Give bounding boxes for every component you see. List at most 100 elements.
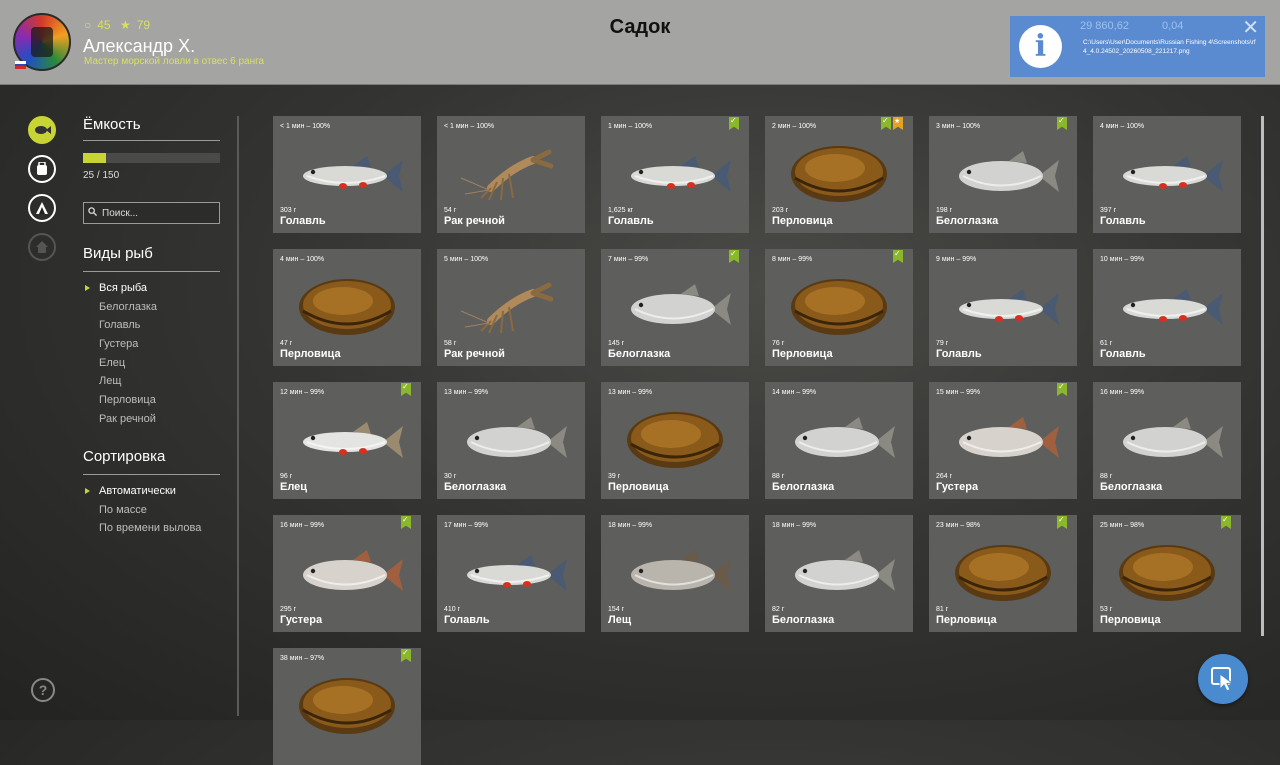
catch-time: 4 мин – 100%	[280, 256, 325, 263]
cursor-icon	[1211, 667, 1234, 692]
user-rank: Мастер морской ловли в отвес 6 ранга	[84, 56, 265, 67]
catch-name: Перловица	[608, 481, 669, 493]
catch-card[interactable]: 10 мин – 99% 61 г Голавль	[1093, 249, 1241, 366]
catch-card[interactable]: < 1 мин – 100% 54 г Рак речной	[437, 116, 585, 233]
cursor-mode-button[interactable]	[1198, 654, 1248, 704]
catch-weight: 39 г	[608, 473, 621, 480]
species-filter-item[interactable]: Белоглазка	[99, 298, 157, 317]
catch-time: < 1 мин – 100%	[280, 123, 331, 130]
species-filter-item[interactable]: Елец	[99, 354, 157, 373]
badges	[399, 649, 411, 667]
catch-time: 38 мин – 97%	[280, 655, 325, 662]
close-icon[interactable]: ✕	[1242, 16, 1259, 40]
catch-card[interactable]: 25 мин – 98% 53 гПерловица	[1093, 515, 1241, 632]
catch-name: Перловица	[936, 614, 997, 626]
catch-name: Густера	[280, 614, 323, 626]
faint-gold: 0,04	[1162, 20, 1184, 32]
check-badge-icon	[401, 649, 411, 662]
catch-time: 13 мин – 99%	[444, 389, 489, 396]
catch-card[interactable]: 4 мин – 100% 397 г Голавль	[1093, 116, 1241, 233]
check-badge-icon	[401, 516, 411, 529]
catch-name: Перловица	[772, 215, 833, 227]
catch-card[interactable]: 15 мин – 99% 264 гГустера	[929, 382, 1077, 499]
catch-time: 17 мин – 99%	[444, 522, 489, 529]
catch-time: 25 мин – 98%	[1100, 522, 1145, 529]
capacity-title: Ёмкость	[83, 116, 141, 133]
catch-time: 9 мин – 99%	[936, 256, 977, 263]
catch-card[interactable]: 13 мин – 99% 39 г Перловица	[601, 382, 749, 499]
divider	[83, 271, 220, 272]
catch-name: Белоглазка	[608, 348, 671, 360]
search-input[interactable]	[83, 202, 220, 224]
russia-flag-icon	[15, 61, 26, 69]
catch-weight: 30 г	[444, 473, 457, 480]
catch-weight: 47 г	[280, 340, 293, 347]
catch-card[interactable]: 18 мин – 99% 82 г Белоглазка	[765, 515, 913, 632]
capacity-fill	[83, 153, 106, 163]
catch-weight: 96 г	[280, 473, 293, 480]
catch-card[interactable]: 8 мин – 99% 76 гПерловица	[765, 249, 913, 366]
check-badge-icon	[729, 117, 739, 130]
catch-card[interactable]: 3 мин – 100% 198 гБелоглазка	[929, 116, 1077, 233]
tent-icon[interactable]	[28, 194, 56, 222]
sort-option-item[interactable]: Автоматически	[84, 482, 201, 501]
catch-card[interactable]: 12 мин – 99% 96 гЕлец	[273, 382, 421, 499]
catch-card[interactable]: 16 мин – 99% 295 гГустера	[273, 515, 421, 632]
catch-card[interactable]: 9 мин – 99% 79 г Голавль	[929, 249, 1077, 366]
catch-name: Белоглазка	[772, 614, 835, 626]
badges	[891, 250, 903, 268]
catch-card[interactable]: 4 мин – 100% 47 г Перловица	[273, 249, 421, 366]
catch-name: Перловица	[1100, 614, 1161, 626]
catch-weight: 203 г	[772, 207, 789, 214]
badges	[879, 117, 903, 135]
backpack-icon[interactable]	[28, 155, 56, 183]
home-icon[interactable]	[28, 233, 56, 261]
catch-weight: 397 г	[1100, 207, 1117, 214]
catch-name: Белоглазка	[772, 481, 835, 493]
catch-name: Голавль	[280, 215, 326, 227]
catch-card[interactable]: 18 мин – 99% 154 г Лещ	[601, 515, 749, 632]
screenshot-notification[interactable]: i 29 860,62 0,04 C:\Users\User\Documents…	[1010, 16, 1265, 77]
species-filter-item[interactable]: Голавль	[99, 316, 157, 335]
catch-card[interactable]: 16 мин – 99% 88 г Белоглазка	[1093, 382, 1241, 499]
catch-weight: 53 г	[1100, 606, 1113, 613]
catch-card[interactable]: 23 мин – 98% 81 гПерловица	[929, 515, 1077, 632]
catch-card[interactable]: 14 мин – 99% 88 г Белоглазка	[765, 382, 913, 499]
check-badge-icon	[1221, 516, 1231, 529]
catch-card[interactable]: 13 мин – 99% 30 г Белоглазка	[437, 382, 585, 499]
help-icon[interactable]: ?	[31, 678, 55, 702]
sort-list: Автоматически По массе По времени вылова	[84, 482, 201, 538]
catch-card[interactable]: 2 мин – 100% 203 гПерловица	[765, 116, 913, 233]
sort-option-item[interactable]: По времени вылова	[99, 519, 201, 538]
species-title: Виды рыб	[83, 245, 153, 262]
sort-option-item[interactable]: По массе	[99, 501, 201, 520]
catch-time: 16 мин – 99%	[1100, 389, 1145, 396]
catch-card[interactable]: 1 мин – 100% 1,625 кгГолавль	[601, 116, 749, 233]
catch-weight: 88 г	[772, 473, 785, 480]
species-filter-item[interactable]: Рак речной	[99, 410, 157, 429]
catch-name: Рак речной	[444, 348, 505, 360]
fish-keepnet-icon[interactable]	[28, 116, 56, 144]
catch-card[interactable]: 17 мин – 99% 410 г Голавль	[437, 515, 585, 632]
catch-name: Елец	[280, 481, 308, 493]
species-filter-item[interactable]: Густера	[99, 335, 157, 354]
species-filter-item[interactable]: Вся рыба	[84, 279, 157, 298]
catch-weight: 410 г	[444, 606, 461, 613]
catch-name: Лещ	[608, 614, 632, 626]
capacity-text: 25 / 150	[83, 170, 120, 181]
catch-time: 13 мин – 99%	[608, 389, 653, 396]
catch-time: 18 мин – 99%	[608, 522, 653, 529]
catch-card[interactable]: 5 мин – 100% 58 г Рак речной	[437, 249, 585, 366]
check-badge-icon	[1057, 383, 1067, 396]
catch-weight: 76 г	[772, 340, 785, 347]
scrollbar[interactable]	[1261, 116, 1264, 636]
catch-card[interactable]: 7 мин – 99% 145 гБелоглазка	[601, 249, 749, 366]
catch-card[interactable]: 38 мин – 97%	[273, 648, 421, 765]
catch-name: Рак речной	[444, 215, 505, 227]
divider	[83, 140, 220, 141]
catch-card[interactable]: < 1 мин – 100% 303 г Голавль	[273, 116, 421, 233]
species-filter-item[interactable]: Лещ	[99, 372, 157, 391]
species-filter-item[interactable]: Перловица	[99, 391, 157, 410]
catch-time: 10 мин – 99%	[1100, 256, 1145, 263]
catch-weight: 81 г	[936, 606, 949, 613]
